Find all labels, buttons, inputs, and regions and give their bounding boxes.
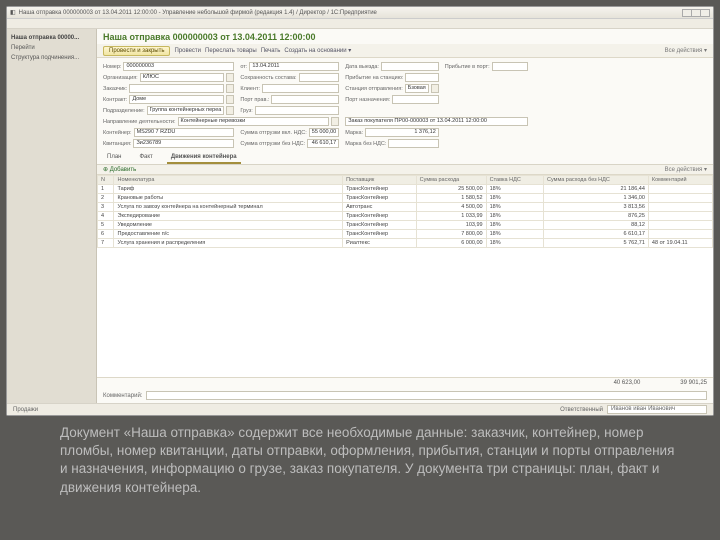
table-row[interactable]: 6Предоставление п/сТрансКонтейнер7 800,0…: [98, 230, 713, 239]
titlebar: ◧ Наша отправка 000000003 от 13.04.2011 …: [7, 7, 713, 19]
doc-toolbar: Провести и закрыть Провести Переслать то…: [97, 44, 713, 58]
customer-input[interactable]: [129, 84, 224, 93]
table-row[interactable]: 1ТарифТрансКонтейнер25 500,0018%21 186,4…: [98, 185, 713, 194]
activity-input[interactable]: Контейнерные перевозки: [178, 117, 330, 126]
nav-item[interactable]: Наша отправка 00000...: [11, 33, 92, 43]
doc-form: Номер:000000003 от:13.04.2011 Дата выезд…: [97, 58, 713, 150]
comments-row: Комментарий:: [97, 388, 713, 403]
storage-input[interactable]: [299, 73, 340, 82]
select-icon[interactable]: [226, 106, 234, 115]
create-based-button[interactable]: Создать на основании ▾: [284, 47, 351, 54]
porto-input[interactable]: [271, 95, 339, 104]
select-icon[interactable]: [431, 84, 439, 93]
total-sum-wo: 39 901,25: [680, 380, 707, 386]
app-icon: ◧: [10, 9, 16, 16]
brand-input[interactable]: 1 376,12: [365, 128, 439, 137]
receipt-input[interactable]: Зи236789: [133, 139, 234, 148]
select-icon[interactable]: [226, 84, 234, 93]
window-buttons: [683, 9, 710, 17]
brand2-input[interactable]: [388, 139, 438, 148]
tab-plan[interactable]: План: [103, 152, 125, 164]
grid: N Номенклатура Поставщик Сумма расхода С…: [97, 175, 713, 377]
table-row[interactable]: 4ЭкспедированиеТрансКонтейнер1 033,9918%…: [98, 212, 713, 221]
table-row[interactable]: 3Услуга по завозу контейнера на контейне…: [98, 203, 713, 212]
post-close-button[interactable]: Провести и закрыть: [103, 46, 170, 56]
org-input[interactable]: КЛЮС: [140, 73, 225, 82]
status-section[interactable]: Продажи: [13, 407, 38, 413]
main-area: Наша отправка 000000003 от 13.04.2011 12…: [97, 29, 713, 403]
table-header: N Номенклатура Поставщик Сумма расхода С…: [98, 176, 713, 185]
table-row[interactable]: 2Крановые работыТрансКонтейнер1 580,5218…: [98, 194, 713, 203]
contract-input[interactable]: Доме: [129, 95, 224, 104]
client-input[interactable]: [262, 84, 339, 93]
totals-row: 40 623,00 39 901,25: [97, 377, 713, 388]
arrival-input[interactable]: [492, 62, 529, 71]
select-icon[interactable]: [226, 73, 234, 82]
date-input[interactable]: 13.04.2011: [249, 62, 339, 71]
close-button[interactable]: [700, 9, 710, 17]
container-input[interactable]: МS290 7 RZDU: [134, 128, 235, 137]
grid-all-actions[interactable]: Все действия ▾: [665, 166, 707, 173]
responsible-label: Ответственный: [560, 407, 603, 413]
reassign-button[interactable]: Переслать товары: [205, 48, 257, 54]
select-icon[interactable]: [226, 95, 234, 104]
add-button[interactable]: ⊕ Добавить: [103, 166, 136, 173]
tabs: План Факт Движения контейнера: [97, 150, 713, 165]
total-sum: 40 623,00: [614, 380, 641, 386]
app-window: ◧ Наша отправка 000000003 от 13.04.2011 …: [6, 6, 714, 416]
post-button[interactable]: Провести: [174, 48, 201, 54]
all-actions-button[interactable]: Все действия ▾: [665, 47, 707, 54]
slide-caption: Документ «Наша отправка» содержит все не…: [60, 424, 680, 497]
menubar: [7, 19, 713, 29]
select-icon[interactable]: [331, 117, 339, 126]
doc-title: Наша отправка 000000003 от 13.04.2011 12…: [97, 29, 713, 44]
subdivision-input[interactable]: Группа контейнерных переа: [147, 106, 225, 115]
table-row[interactable]: 5УведомлениеТрансКонтейнер103,9918%88,12: [98, 221, 713, 230]
nav-item[interactable]: Перейти: [11, 43, 92, 53]
nav-panel: Наша отправка 00000... Перейти Структура…: [7, 29, 97, 403]
grid-toolbar: ⊕ Добавить Все действия ▾: [97, 165, 713, 175]
number-input[interactable]: 000000003: [123, 62, 234, 71]
print-button[interactable]: Печать: [261, 48, 281, 54]
responsible-input[interactable]: Иванов иван Иванович: [607, 405, 707, 414]
nav-item[interactable]: Структура подчинения...: [11, 53, 92, 63]
sender-station-input[interactable]: Бзовая: [405, 84, 429, 93]
window-title: Наша отправка 000000003 от 13.04.2011 12…: [19, 10, 377, 16]
cargo-input[interactable]: [255, 106, 339, 115]
order-input[interactable]: Заказ покупателя ПР00-000003 от 13.04.20…: [345, 117, 528, 126]
sum-wo-nds-input[interactable]: 46 610,17: [307, 139, 339, 148]
statusbar: Продажи Ответственный Иванов иван Иванов…: [7, 403, 713, 415]
arrival-station-input[interactable]: [405, 73, 438, 82]
departure-input[interactable]: [381, 62, 439, 71]
tab-movements[interactable]: Движения контейнера: [167, 152, 241, 164]
comment-input[interactable]: [146, 391, 707, 400]
tab-fact[interactable]: Факт: [135, 152, 156, 164]
dest-port-input[interactable]: [392, 95, 438, 104]
sum-nds-input[interactable]: 55 000,00: [309, 128, 339, 137]
table-row[interactable]: 7Услуга хранения и распределенияРиалтекс…: [98, 239, 713, 248]
